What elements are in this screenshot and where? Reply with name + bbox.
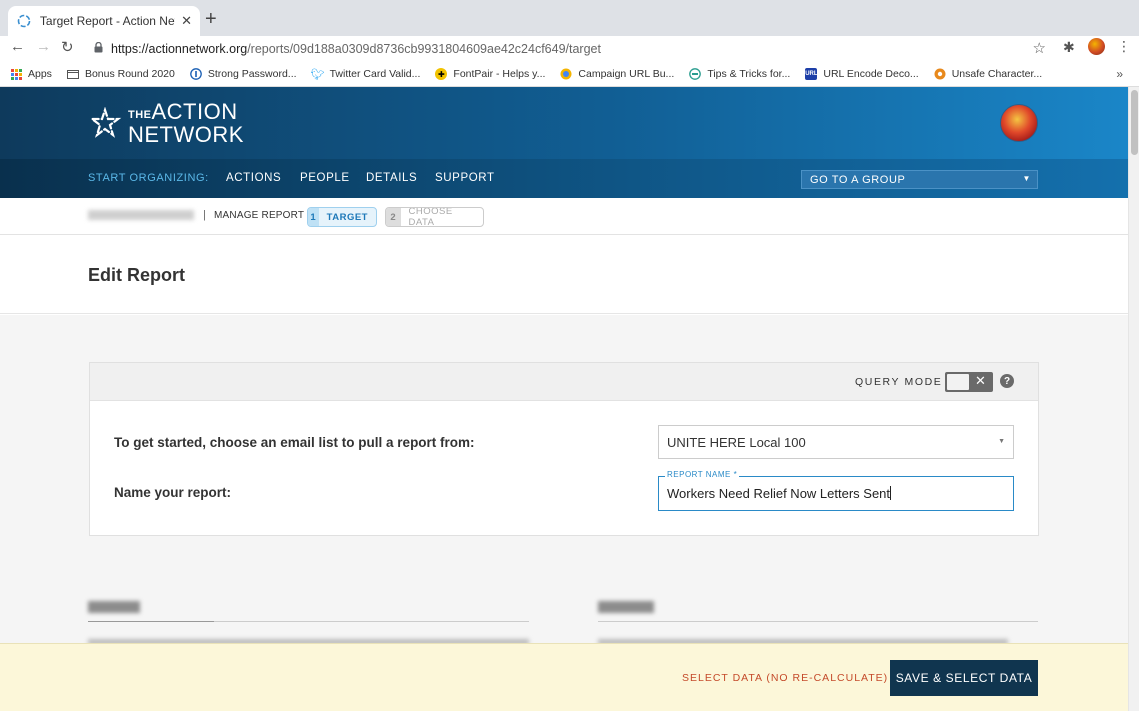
step-label: CHOOSE DATA xyxy=(408,207,453,227)
step-number: 1 xyxy=(308,208,319,226)
nav-start-organizing[interactable]: START ORGANIZING: xyxy=(88,172,209,184)
bookmark-campaign-url[interactable]: Campaign URL Bu... xyxy=(560,68,674,80)
back-icon[interactable]: ← xyxy=(10,38,25,55)
exclude-divider xyxy=(598,621,1038,622)
group-select-label: GO TO A GROUP xyxy=(810,173,906,186)
report-name-value-wrapper: Workers Need Relief Now Letters Sent xyxy=(667,486,892,501)
email-list-value: UNITE HERE Local 100 xyxy=(667,434,806,450)
report-name-prompt: Name your report: xyxy=(114,485,232,500)
site-nav: START ORGANIZING: ACTIONS PEOPLE DETAILS… xyxy=(0,159,1128,198)
tips-icon xyxy=(689,68,702,80)
profile-avatar[interactable] xyxy=(1088,38,1105,55)
help-icon[interactable]: ? xyxy=(1000,374,1014,388)
email-list-select[interactable]: UNITE HERE Local 100 ▼ xyxy=(658,425,1014,459)
card-header: QUERY MODE ✕ ? xyxy=(90,363,1038,401)
nav-people[interactable]: PEOPLE xyxy=(300,172,350,184)
nav-details[interactable]: DETAILS xyxy=(366,172,417,184)
report-name-legend: REPORT NAME * xyxy=(665,470,740,479)
bookmark-fontpair[interactable]: ✚ FontPair - Helps y... xyxy=(435,68,545,80)
action-network-favicon-icon xyxy=(16,13,32,29)
bookmark-apps[interactable]: Apps xyxy=(10,68,52,80)
site-header: THEACTION NETWORK xyxy=(0,87,1128,159)
bookmark-bonus-round[interactable]: Bonus Round 2020 xyxy=(66,68,175,80)
logo-wordmark: THEACTION NETWORK xyxy=(128,99,244,147)
twitter-icon: 🐦︎ xyxy=(310,68,325,81)
text-cursor xyxy=(890,486,892,500)
lock-icon xyxy=(94,41,103,56)
bookmark-strong-password[interactable]: Strong Password... xyxy=(189,68,297,80)
include-heading-blurred xyxy=(88,601,140,613)
go-to-group-select[interactable]: GO TO A GROUP ▼ xyxy=(801,170,1038,189)
url-encode-icon: URL xyxy=(805,68,818,80)
scrollbar-thumb[interactable] xyxy=(1131,90,1138,155)
email-list-prompt: To get started, choose an email list to … xyxy=(114,435,475,450)
unsafe-icon xyxy=(934,68,946,80)
logo-star-icon xyxy=(88,106,122,138)
new-tab-icon[interactable]: + xyxy=(205,9,217,29)
bookmark-url-encode[interactable]: URL URL Encode Deco... xyxy=(805,68,919,80)
apps-grid-icon xyxy=(10,68,22,80)
chevron-down-icon: ▼ xyxy=(1022,174,1031,183)
page-title: Edit Report xyxy=(88,265,185,285)
reload-icon[interactable]: ↻ xyxy=(61,38,74,56)
save-and-select-data-button[interactable]: SAVE & SELECT DATA xyxy=(890,660,1038,696)
exclude-heading-blurred xyxy=(598,601,654,613)
report-action-bar: SELECT DATA (NO RE-CALCULATE) SAVE & SEL… xyxy=(0,643,1128,711)
breadcrumb-separator: | xyxy=(203,209,206,221)
user-avatar[interactable] xyxy=(1000,104,1038,142)
bookmarks-overflow-icon[interactable]: » xyxy=(1116,67,1123,81)
toggle-knob xyxy=(947,374,969,390)
browser-toolbar: ← → ↻ https://actionnetwork.org/reports/… xyxy=(0,36,1139,62)
report-target-card: QUERY MODE ✕ ? To get started, choose an… xyxy=(89,362,1039,536)
url-text: https://actionnetwork.org/reports/09d188… xyxy=(111,42,601,56)
step-target[interactable]: 1 TARGET xyxy=(307,207,377,227)
tab-title: Target Report - Action Network xyxy=(39,14,175,28)
nav-actions[interactable]: ACTIONS xyxy=(226,172,281,184)
step-choose-data[interactable]: 2 CHOOSE DATA xyxy=(385,207,484,227)
bookmark-twitter-card[interactable]: 🐦︎ Twitter Card Valid... xyxy=(310,68,421,81)
nav-support[interactable]: SUPPORT xyxy=(435,172,495,184)
tab-close-icon[interactable]: ✕ xyxy=(181,13,192,29)
close-icon: ✕ xyxy=(975,373,986,388)
breadcrumb-group-name-redacted[interactable] xyxy=(88,210,194,220)
report-name-value: Workers Need Relief Now Letters Sent xyxy=(667,486,891,501)
bookmarks-bar: Apps Bonus Round 2020 Strong Password...… xyxy=(0,62,1139,87)
step-label: TARGET xyxy=(326,211,368,223)
bookmark-unsafe-character[interactable]: Unsafe Character... xyxy=(934,68,1042,80)
page-scrollbar[interactable] xyxy=(1128,87,1139,711)
query-mode-label: QUERY MODE xyxy=(855,376,943,388)
campaign-icon xyxy=(560,68,572,80)
step-number: 2 xyxy=(386,208,401,226)
report-name-field[interactable]: REPORT NAME * Workers Need Relief Now Le… xyxy=(658,470,1014,511)
browser-tab[interactable]: Target Report - Action Network ✕ xyxy=(8,6,200,36)
bookmark-tips-tricks[interactable]: Tips & Tricks for... xyxy=(689,68,790,80)
browser-tabstrip: Target Report - Action Network ✕ + xyxy=(0,0,1139,36)
include-divider-accent xyxy=(88,621,214,622)
breadcrumb-manage-report[interactable]: MANAGE REPORT xyxy=(214,210,304,221)
browser-menu-icon[interactable]: ⋮ xyxy=(1117,38,1131,55)
fontpair-icon: ✚ xyxy=(435,68,448,80)
folder-icon xyxy=(66,68,79,80)
chevron-down-icon: ▼ xyxy=(998,438,1005,445)
forward-icon[interactable]: → xyxy=(36,38,51,55)
address-bar[interactable]: https://actionnetwork.org/reports/09d188… xyxy=(88,37,1056,61)
select-data-no-recalculate-link[interactable]: SELECT DATA (NO RE-CALCULATE) xyxy=(682,672,888,684)
bookmark-star-icon[interactable]: ☆ xyxy=(1033,39,1046,57)
query-mode-toggle[interactable]: ✕ xyxy=(945,372,993,392)
title-area: Edit Report xyxy=(0,235,1128,314)
extensions-puzzle-icon[interactable]: ✱ xyxy=(1063,39,1075,56)
breadcrumb: | MANAGE REPORT 1 TARGET 2 CHOOSE DATA xyxy=(0,198,1128,235)
action-network-logo[interactable]: THEACTION NETWORK xyxy=(88,99,244,147)
password-icon xyxy=(189,68,202,80)
